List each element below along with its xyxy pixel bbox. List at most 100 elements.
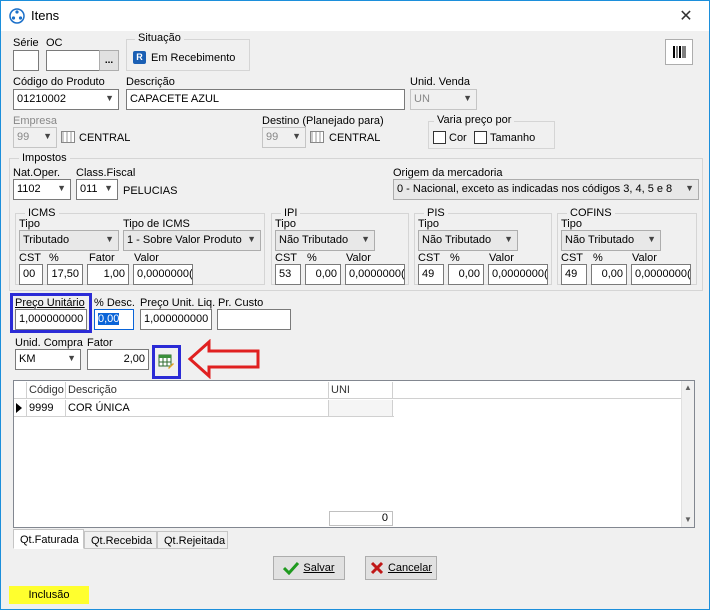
ipi-cst-input[interactable]: 53 bbox=[275, 264, 301, 285]
empresa-combo[interactable]: 99 ▼ bbox=[13, 127, 57, 148]
icms-valor-input[interactable]: 0,0000000( bbox=[133, 264, 193, 285]
pis-perc-input[interactable]: 0,00 bbox=[448, 264, 484, 285]
icms-fator-label: Fator bbox=[89, 252, 115, 264]
tab-qt-rejeitada[interactable]: Qt.Rejeitada bbox=[157, 531, 228, 549]
icms-tipo-icms-label: Tipo de ICMS bbox=[123, 218, 190, 230]
icms-tipo-combo[interactable]: Tributado ▼ bbox=[19, 230, 119, 251]
cofins-valor-input[interactable]: 0,0000000( bbox=[631, 264, 691, 285]
table-row[interactable]: 9999 COR ÚNICA bbox=[14, 400, 394, 417]
oc-input[interactable] bbox=[46, 50, 101, 71]
tab-qt-faturada[interactable]: Qt.Faturada bbox=[13, 529, 84, 549]
produto-combo[interactable]: 01210002 ▼ bbox=[13, 89, 119, 110]
cofins-perc-label: % bbox=[593, 252, 603, 264]
fator-calc-button[interactable] bbox=[158, 353, 174, 369]
chevron-down-icon: ▼ bbox=[104, 183, 113, 193]
chevron-down-icon: ▼ bbox=[43, 131, 52, 141]
grid-header-descricao[interactable]: Descrição bbox=[66, 382, 329, 399]
fator-label: Fator bbox=[87, 337, 113, 349]
tab-qt-recebida[interactable]: Qt.Recebida bbox=[84, 531, 157, 549]
pis-cst-label: CST bbox=[418, 252, 440, 264]
icms-fator-input[interactable]: 1,00 bbox=[87, 264, 129, 285]
unid-compra-label: Unid. Compra bbox=[15, 337, 83, 349]
icms-valor-label: Valor bbox=[134, 252, 159, 264]
origem-value: 0 - Nacional, exceto as indicadas nos có… bbox=[397, 183, 673, 195]
unid-venda-label: Unid. Venda bbox=[410, 76, 470, 88]
row-descricao[interactable]: COR ÚNICA bbox=[66, 400, 329, 416]
chevron-down-icon: ▼ bbox=[685, 183, 694, 193]
preco-unitario-input[interactable]: 1,000000000 bbox=[15, 309, 87, 330]
cofins-cst-label: CST bbox=[561, 252, 583, 264]
cofins-perc-input[interactable]: 0,00 bbox=[591, 264, 627, 285]
pis-cst-input[interactable]: 49 bbox=[418, 264, 444, 285]
class-fiscal-value: 011 bbox=[80, 183, 98, 195]
unid-venda-combo[interactable]: UN ▼ bbox=[410, 89, 477, 110]
situacao-label: Situação bbox=[135, 32, 184, 44]
cancel-button-label: Cancelar bbox=[387, 562, 433, 574]
descricao-label: Descrição bbox=[126, 76, 175, 88]
icms-tipo-icms-value: 1 - Sobre Valor Produto bbox=[127, 234, 242, 246]
barcode-button[interactable] bbox=[665, 39, 693, 65]
cofins-tipo-label: Tipo bbox=[561, 218, 582, 230]
preco-liq-label: Preço Unit. Liq. bbox=[140, 297, 216, 309]
ipi-valor-input[interactable]: 0,0000000( bbox=[345, 264, 405, 285]
preco-liq-input[interactable]: 1,000000000 bbox=[140, 309, 212, 330]
scroll-up-icon[interactable]: ▲ bbox=[684, 383, 692, 392]
produto-value: 01210002 bbox=[17, 93, 66, 105]
grid-scrollbar[interactable]: ▲ ▼ bbox=[681, 381, 694, 527]
grid-header-uni[interactable]: UNI bbox=[329, 382, 393, 399]
grid-header-codigo[interactable]: Código bbox=[26, 382, 66, 399]
cofins-cst-input[interactable]: 49 bbox=[561, 264, 587, 285]
save-button[interactable]: Salvar bbox=[273, 556, 345, 580]
ipi-valor-label: Valor bbox=[346, 252, 371, 264]
row-codigo[interactable]: 9999 bbox=[26, 400, 66, 416]
app-icon bbox=[9, 8, 25, 24]
desc-value: 0,00 bbox=[98, 313, 120, 325]
chevron-down-icon: ▼ bbox=[361, 234, 370, 244]
nat-oper-combo[interactable]: 1102 ▼ bbox=[13, 179, 71, 200]
desc-input[interactable]: 0,00 bbox=[94, 309, 134, 330]
chevron-down-icon: ▼ bbox=[105, 93, 114, 103]
class-fiscal-combo[interactable]: 011 ▼ bbox=[76, 179, 118, 200]
origem-label: Origem da mercadoria bbox=[393, 167, 503, 179]
tamanho-checkbox-label: Tamanho bbox=[490, 132, 536, 144]
pis-tipo-label: Tipo bbox=[418, 218, 439, 230]
tamanho-checkbox[interactable] bbox=[474, 131, 487, 144]
scroll-down-icon[interactable]: ▼ bbox=[684, 515, 692, 524]
ipi-perc-input[interactable]: 0,00 bbox=[305, 264, 341, 285]
empresa-name: CENTRAL bbox=[79, 132, 131, 144]
icms-tipo-icms-combo[interactable]: 1 - Sobre Valor Produto ▼ bbox=[123, 230, 261, 251]
nat-oper-value: 1102 bbox=[17, 183, 41, 195]
cancel-button[interactable]: Cancelar bbox=[365, 556, 437, 580]
unid-compra-combo[interactable]: KM ▼ bbox=[15, 349, 81, 370]
icms-cst-input[interactable]: 00 bbox=[19, 264, 43, 285]
unid-compra-value: KM bbox=[19, 353, 36, 365]
oc-label: OC bbox=[46, 37, 63, 49]
current-row-icon bbox=[16, 403, 22, 413]
table-edit-icon bbox=[158, 354, 174, 369]
row-uni[interactable] bbox=[329, 400, 393, 416]
varia-preco-label: Varia preço por bbox=[434, 114, 515, 126]
ipi-tipo-combo[interactable]: Não Tributado ▼ bbox=[275, 230, 375, 251]
pis-tipo-value: Não Tributado bbox=[422, 234, 492, 246]
custo-label: Pr. Custo bbox=[218, 297, 264, 309]
custo-input[interactable] bbox=[217, 309, 291, 330]
pis-tipo-combo[interactable]: Não Tributado ▼ bbox=[418, 230, 518, 251]
cor-checkbox-label: Cor bbox=[449, 132, 467, 144]
pis-valor-input[interactable]: 0,0000000( bbox=[488, 264, 548, 285]
descricao-input[interactable]: CAPACETE AZUL bbox=[126, 89, 405, 110]
origem-combo[interactable]: 0 - Nacional, exceto as indicadas nos có… bbox=[393, 179, 699, 200]
destino-combo[interactable]: 99 ▼ bbox=[262, 127, 306, 148]
oc-lookup-button[interactable]: ... bbox=[99, 50, 119, 71]
icms-perc-input[interactable]: 17,50 bbox=[47, 264, 83, 285]
nat-oper-label: Nat.Oper. bbox=[13, 167, 61, 179]
close-button[interactable]: ✕ bbox=[663, 1, 709, 31]
empresa-value: 99 bbox=[17, 131, 30, 143]
fator-input[interactable]: 2,00 bbox=[87, 349, 149, 370]
cofins-tipo-combo[interactable]: Não Tributado ▼ bbox=[561, 230, 661, 251]
serie-input[interactable] bbox=[13, 50, 39, 71]
chevron-down-icon: ▼ bbox=[647, 234, 656, 244]
items-grid[interactable]: Código Descrição UNI 9999 COR ÚNICA 0 ▲ … bbox=[13, 380, 695, 528]
chevron-down-icon: ▼ bbox=[67, 353, 76, 363]
icms-cst-label: CST bbox=[19, 252, 41, 264]
cor-checkbox[interactable] bbox=[433, 131, 446, 144]
